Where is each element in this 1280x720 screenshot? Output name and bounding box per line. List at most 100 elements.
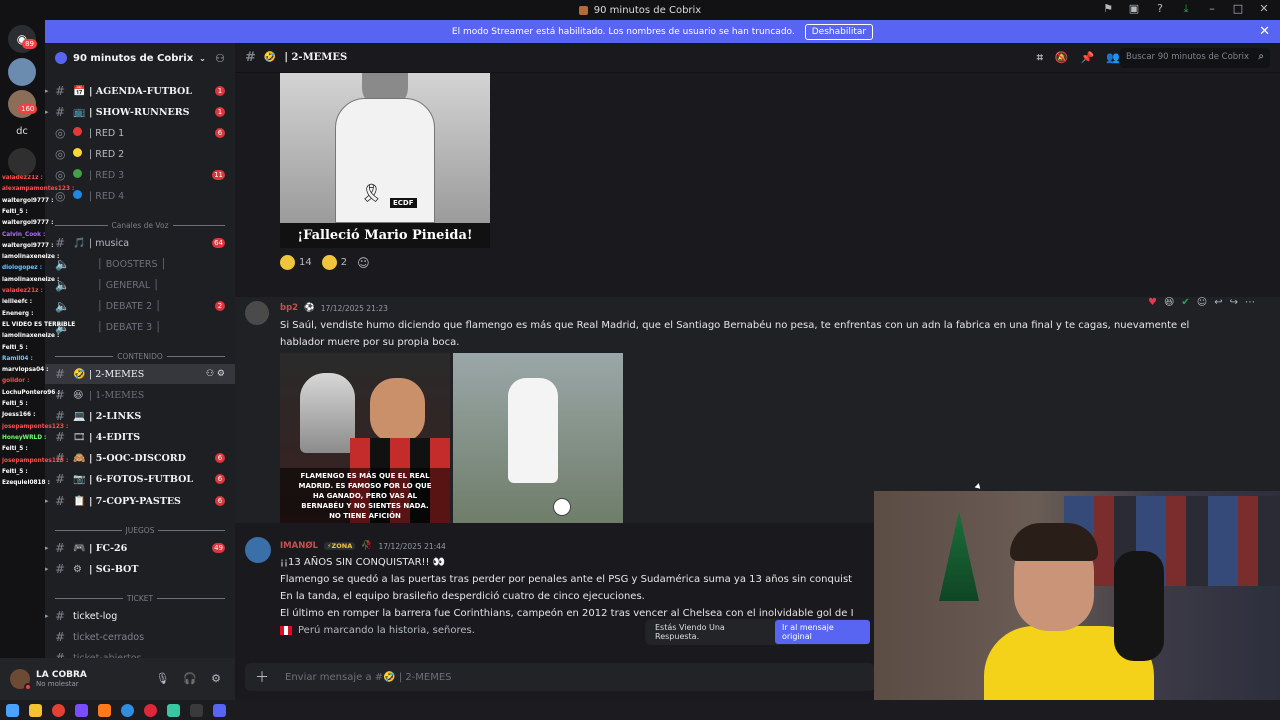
server-header[interactable]: 90 minutos de Cobrix ⌄ ⚇: [45, 43, 235, 73]
app-icon-purple[interactable]: [75, 703, 88, 717]
add-reaction-icon[interactable]: ☺: [357, 256, 370, 270]
members-icon[interactable]: 👥: [1106, 51, 1120, 65]
author-name[interactable]: bp2: [280, 303, 298, 313]
minimize-icon[interactable]: –: [1206, 3, 1218, 15]
reaction-laugh[interactable]: 14: [280, 255, 312, 270]
jump-to-original-button[interactable]: Ir al mensaje original: [774, 620, 870, 644]
microphone-icon[interactable]: 🎙: [155, 672, 169, 685]
server-name: 90 minutos de Cobrix: [73, 52, 194, 64]
message-composer[interactable]: ＋ Enviar mensaje a #🤣 | 2-MEMES: [245, 663, 875, 691]
add-member-icon[interactable]: ⚇: [215, 52, 225, 65]
chat-overlay-line: josepampontes123 :: [2, 457, 69, 464]
composer-placeholder: Enviar mensaje a #🤣 | 2-MEMES: [285, 671, 452, 683]
close-window-icon[interactable]: ✕: [1258, 3, 1270, 15]
taskbar: [0, 700, 1280, 720]
grimace-emoji-icon: [280, 255, 295, 270]
threads-icon[interactable]: ⌗: [1037, 51, 1043, 65]
discord-taskbar-icon[interactable]: [213, 703, 226, 717]
viewing-reply-bar: Estás Viendo Una Respuesta. Ir al mensaj…: [645, 619, 870, 645]
zona-tag: ⚡ZONA: [323, 542, 356, 550]
attach-plus-icon[interactable]: ＋: [255, 667, 269, 687]
dnd-status-icon: [24, 683, 32, 691]
maximize-icon[interactable]: □: [1232, 3, 1244, 15]
window-title: 90 minutos de Cobrix: [593, 4, 702, 16]
channel-agenda-futbol[interactable]: ▸ # 📅 | AGENDA-FUTBOL 1: [45, 81, 235, 101]
avatar[interactable]: [10, 669, 32, 691]
red-dot-icon: [73, 127, 82, 139]
pin-icon[interactable]: 📌: [1081, 51, 1095, 65]
add-reaction-icon[interactable]: ☺: [1197, 297, 1207, 308]
disable-streamer-button[interactable]: Deshabilitar: [804, 23, 874, 40]
windows-start-icon[interactable]: [6, 703, 19, 717]
server-icon-3[interactable]: [8, 148, 36, 176]
chrome-icon[interactable]: [52, 703, 65, 717]
photo-player: [508, 378, 558, 483]
avatar[interactable]: [245, 537, 271, 563]
forward-icon[interactable]: ↪: [1230, 297, 1238, 308]
channel-settings-icon[interactable]: ⚇ ⚙: [206, 369, 225, 379]
app-icon: [578, 5, 588, 15]
server-icon-dc[interactable]: dc: [8, 118, 36, 146]
channel-red-2[interactable]: ◎ | RED 2: [45, 144, 235, 164]
chat-overlay-line: marvlopsa04 :: [2, 367, 49, 374]
banner-text: El modo Streamer está habilitado. Los no…: [451, 26, 795, 37]
reaction-count: 2: [340, 257, 348, 268]
stage-icon: ◎: [55, 126, 66, 140]
reaction-sad[interactable]: 2: [321, 255, 348, 270]
chat-overlay-line: Ezequiel0818 :: [2, 480, 50, 487]
file-explorer-icon[interactable]: [29, 703, 42, 717]
app-icon-teal[interactable]: [167, 703, 180, 717]
author-name[interactable]: IMANØL: [280, 541, 318, 551]
image-attachment-flamengo[interactable]: FLAMENGO ES MÁS QUE EL REAL MADRID. ES F…: [280, 353, 450, 523]
heart-icon[interactable]: ♥: [1148, 297, 1157, 308]
category-juegos[interactable]: JUEGOS: [55, 523, 226, 537]
chat-overlay-line: josepampontes123 :: [2, 423, 69, 430]
server-badge: 160: [18, 104, 38, 114]
channel-ticket-log[interactable]: ▸ # ticket-log: [45, 606, 235, 626]
channel-show-runners[interactable]: ▸ # 📺 | SHOW-RUNNERS 1: [45, 102, 235, 122]
app-icon-dark[interactable]: [190, 703, 203, 717]
reaction-count: 14: [299, 257, 312, 268]
chat-overlay-line: Felti_5 :: [2, 401, 28, 407]
calendar-icon: 📅: [73, 85, 86, 97]
image-attachment-pineida[interactable]: 🎗 ECDF ¡Falleció Mario Pineida!: [280, 73, 490, 248]
chat-overlay-line: alexampamontes123 :: [2, 186, 75, 193]
headphones-icon[interactable]: 🎧: [183, 672, 197, 685]
download-icon[interactable]: ⤓: [1180, 3, 1192, 15]
avatar[interactable]: [245, 301, 269, 325]
chevron-down-icon: ⌄: [199, 53, 206, 63]
channel-ticket-abiertos[interactable]: # ticket-abiertos: [45, 648, 235, 658]
chat-overlay-line: waltergol9777 :: [2, 220, 54, 227]
more-icon[interactable]: ⋯: [1245, 297, 1255, 308]
laugh-emoji-icon[interactable]: 😆: [1164, 297, 1174, 308]
server-icon-1[interactable]: [8, 58, 36, 86]
stream-icon[interactable]: ▣: [1128, 3, 1140, 15]
hash-icon: #: [55, 562, 66, 576]
flag-icon[interactable]: ⚑: [1102, 3, 1114, 15]
user-status: No molestar: [36, 680, 79, 688]
channel-ticket-cerrados[interactable]: # ticket-cerrados: [45, 627, 235, 647]
category-label: TICKET: [126, 593, 154, 603]
image-attachment-player[interactable]: [453, 353, 623, 523]
ecdf-logo: ECDF: [390, 198, 417, 208]
channel-title: | 2-MEMES: [284, 52, 348, 63]
message-text-line: Flamengo se quedó a las puertas tras per…: [280, 574, 853, 585]
search-input[interactable]: Buscar 90 minutos de Cobrix ⌕: [1120, 48, 1270, 68]
user-name: LA COBRA: [36, 670, 87, 680]
settings-gear-icon[interactable]: ⚙: [211, 672, 221, 685]
mute-bell-icon[interactable]: 🔕: [1055, 51, 1069, 65]
app-icon-orange[interactable]: [98, 703, 111, 717]
browser-icon[interactable]: [121, 703, 134, 717]
channel-red-1[interactable]: ◎ | RED 16: [45, 123, 235, 143]
category-ticket[interactable]: TICKET: [55, 591, 225, 605]
reply-icon[interactable]: ↩: [1214, 297, 1222, 308]
close-banner-icon[interactable]: ✕: [1259, 24, 1270, 39]
help-icon[interactable]: ?: [1154, 3, 1166, 15]
server-badge-icon: [55, 52, 67, 64]
channel-fc-26[interactable]: ▸ # 🎮 | FC-26 49: [45, 538, 235, 558]
channel-sg-bot[interactable]: ▸ # ⚙ | SG-BOT: [45, 559, 235, 579]
stream-chat-overlay: valadez21z : alexampamontes123 : waltergol…: [0, 175, 172, 495]
opera-icon[interactable]: [144, 703, 157, 717]
chat-overlay-line: Felti_5 :: [2, 344, 28, 351]
check-icon[interactable]: ✔: [1181, 297, 1189, 308]
